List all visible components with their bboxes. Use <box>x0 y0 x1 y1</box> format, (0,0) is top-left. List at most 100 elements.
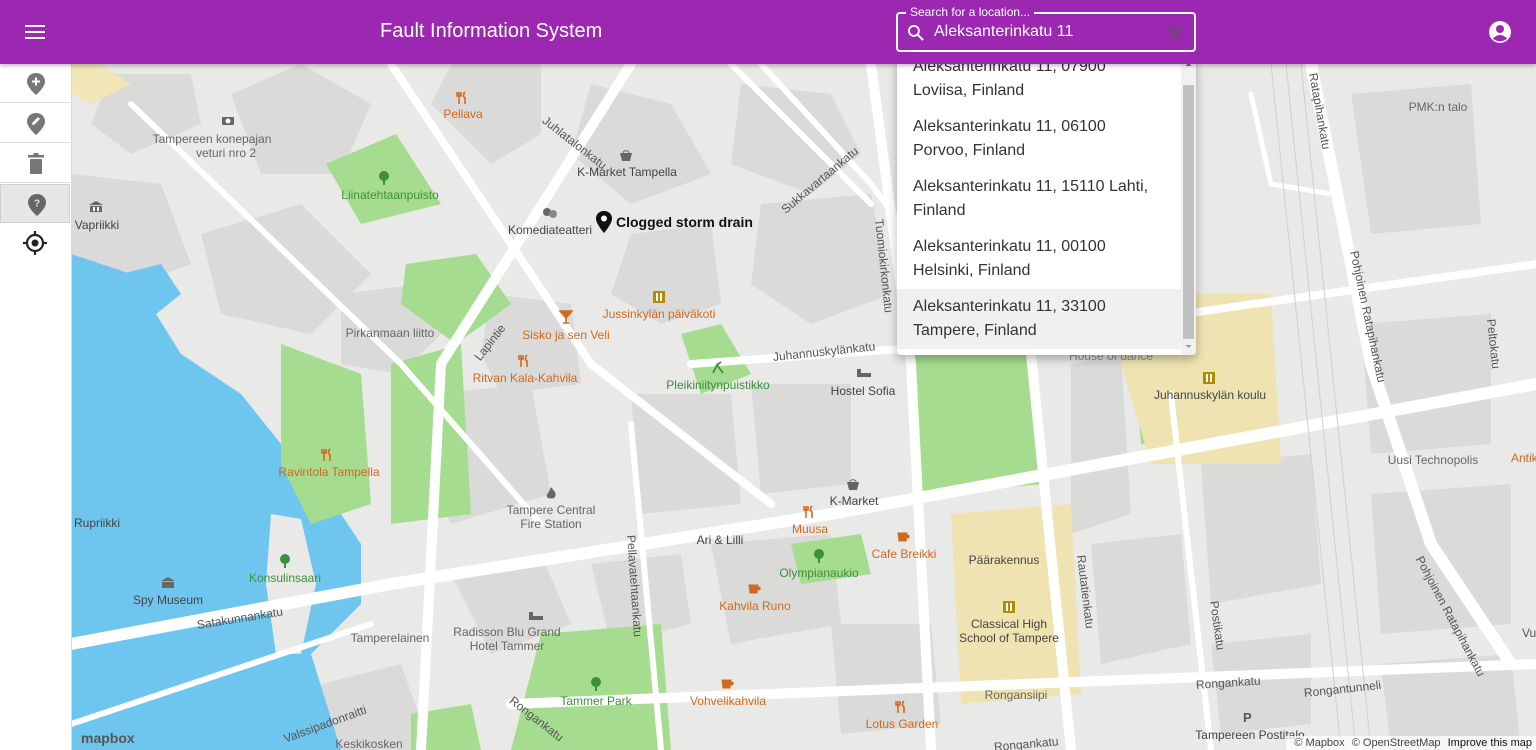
poi-label: PMK:n talo <box>1408 100 1468 114</box>
search-field[interactable]: Search for a location... <box>896 5 1196 52</box>
cafe-icon <box>748 584 761 594</box>
mapbox-link[interactable]: © Mapbox <box>1294 737 1344 749</box>
map-toolbar: ? <box>0 64 72 750</box>
poi-label: Tampereen konepajan <box>152 132 272 146</box>
search-result-item[interactable]: Aleksanterinkatu 11, 06100 Porvoo, Finla… <box>897 115 1181 175</box>
park-icon <box>379 171 389 185</box>
poi-label: Rongansiipi <box>984 688 1048 702</box>
school-icon <box>1003 601 1015 613</box>
school-icon <box>653 291 665 303</box>
poi-label: Ritvan Kala-Kahvila <box>472 371 578 385</box>
restaurant-icon <box>321 448 331 461</box>
svg-text:P: P <box>1243 710 1252 724</box>
shop-icon <box>620 150 632 161</box>
result-line: Aleksanterinkatu 11, 15110 Lahti, <box>913 178 1149 195</box>
school-icon <box>1203 372 1215 384</box>
poi-label: Hostel Sofia <box>830 384 896 398</box>
menu-button[interactable] <box>15 12 55 52</box>
camera-icon <box>222 117 234 125</box>
poi-label: Cafe Breikki <box>871 547 937 561</box>
museum-icon <box>161 577 175 588</box>
result-line: Finland <box>913 202 966 219</box>
poi-label: K-Market Tampella <box>577 165 677 179</box>
poi-label: Olympianaukio <box>779 566 859 580</box>
fault-marker-label: Clogged storm drain <box>616 214 753 230</box>
scrollbar-thumb[interactable] <box>1183 85 1194 339</box>
search-result-item[interactable]: Aleksanterinkatu 11, 15110 Lahti, Finlan… <box>897 175 1181 235</box>
poi-label: Konsulinsaari <box>248 571 322 585</box>
result-line: Helsinki, Finland <box>913 262 1031 279</box>
poi-label: Kahvila Runo <box>719 599 791 613</box>
restaurant-icon <box>518 354 528 367</box>
map-canvas[interactable]: Pellava Tampereen konepajan veturi nro 2… <box>71 64 1536 750</box>
poi-label: Muusa <box>791 522 829 536</box>
clear-search-button[interactable] <box>1166 22 1186 42</box>
restaurant-icon <box>895 700 905 713</box>
delete-button[interactable] <box>0 144 70 183</box>
poi-label: Uusi Technopolis <box>1387 453 1479 467</box>
locate-button[interactable] <box>22 230 48 256</box>
poi-label: Komediateatteri <box>507 223 593 237</box>
cafe-icon <box>897 532 910 542</box>
search-result-item[interactable]: Aleksanterinkatu 11, 33100 Tampere, Finl… <box>897 289 1181 349</box>
poi-label: Tampere Central <box>506 503 596 517</box>
page-title: Fault Information System <box>380 20 603 42</box>
park-icon <box>814 549 824 563</box>
museum-icon <box>89 201 103 212</box>
poi-label: Tamperelainen <box>350 631 430 645</box>
poi-label: K-Market <box>829 494 879 508</box>
poi-label: Ari & Lilli <box>696 533 744 547</box>
fire-station-icon <box>546 487 556 499</box>
mapbox-logo[interactable]: mapbox <box>81 730 135 746</box>
poi-label: Antik <box>1511 451 1536 465</box>
poi-label: Fire Station <box>520 517 582 531</box>
search-input[interactable] <box>934 20 1154 44</box>
edit-marker-icon <box>27 113 45 135</box>
crosshair-icon <box>23 231 47 255</box>
search-result-item[interactable]: Aleksanterinkatu 11, 07900 Loviisa, Finl… <box>897 57 1181 115</box>
search-icon <box>908 25 924 41</box>
restaurant-icon <box>456 91 466 104</box>
playground-icon <box>712 361 724 374</box>
result-line: Aleksanterinkatu 11, 00100 <box>913 238 1106 255</box>
delete-icon <box>28 153 44 174</box>
scroll-down-icon[interactable] <box>1183 341 1194 352</box>
poi-label: veturi nro 2 <box>195 146 257 160</box>
hotel-icon <box>857 369 871 377</box>
result-line: Tampere, Finland <box>913 322 1037 339</box>
improve-map-link[interactable]: Improve this map <box>1448 737 1532 749</box>
help-marker-icon: ? <box>28 194 46 216</box>
edit-marker-button[interactable] <box>0 104 70 143</box>
poi-label: Lotus Garden <box>865 717 939 731</box>
close-icon <box>1169 25 1183 39</box>
result-line: Aleksanterinkatu 11, 33100 <box>913 298 1106 315</box>
poi-label: Hotel Tammer <box>469 639 545 653</box>
hotel-icon <box>529 612 543 620</box>
app-bar: Fault Information System Search for a lo… <box>0 0 1536 64</box>
poi-label: Rupriikki <box>73 516 121 530</box>
park-icon <box>280 554 290 568</box>
theatre-icon <box>543 208 557 218</box>
poi-label: Radisson Blu Grand <box>453 625 561 639</box>
map-attribution: © Mapbox © OpenStreetMap Improve this ma… <box>1286 736 1536 750</box>
add-marker-button[interactable] <box>0 64 70 103</box>
help-marker-button[interactable]: ? <box>0 184 70 223</box>
menu-icon-line <box>25 37 45 39</box>
poi-label: Spy Museum <box>132 593 204 607</box>
svg-text:?: ? <box>34 199 40 210</box>
poi-label: Vapriikki <box>74 218 120 232</box>
poi-label: Sisko ja sen Veli <box>522 328 610 342</box>
osm-link[interactable]: © OpenStreetMap <box>1352 737 1441 749</box>
cafe-icon <box>721 679 734 689</box>
poi-label: Keskikosken <box>335 737 403 750</box>
account-circle-icon <box>1489 21 1511 43</box>
search-label: Search for a location... <box>906 5 1035 19</box>
map-background <box>71 64 1536 750</box>
result-line: Aleksanterinkatu 11, 06100 <box>913 118 1106 135</box>
poi-label: School of Tampere <box>959 631 1059 645</box>
search-result-item[interactable]: Aleksanterinkatu 11, 00100 Helsinki, Fin… <box>897 235 1181 295</box>
account-button[interactable] <box>1484 16 1516 48</box>
poi-label: Pellava <box>443 107 483 121</box>
poi-label: Pirkanmaan liitto <box>345 326 435 340</box>
parking-icon: P <box>1243 710 1252 724</box>
